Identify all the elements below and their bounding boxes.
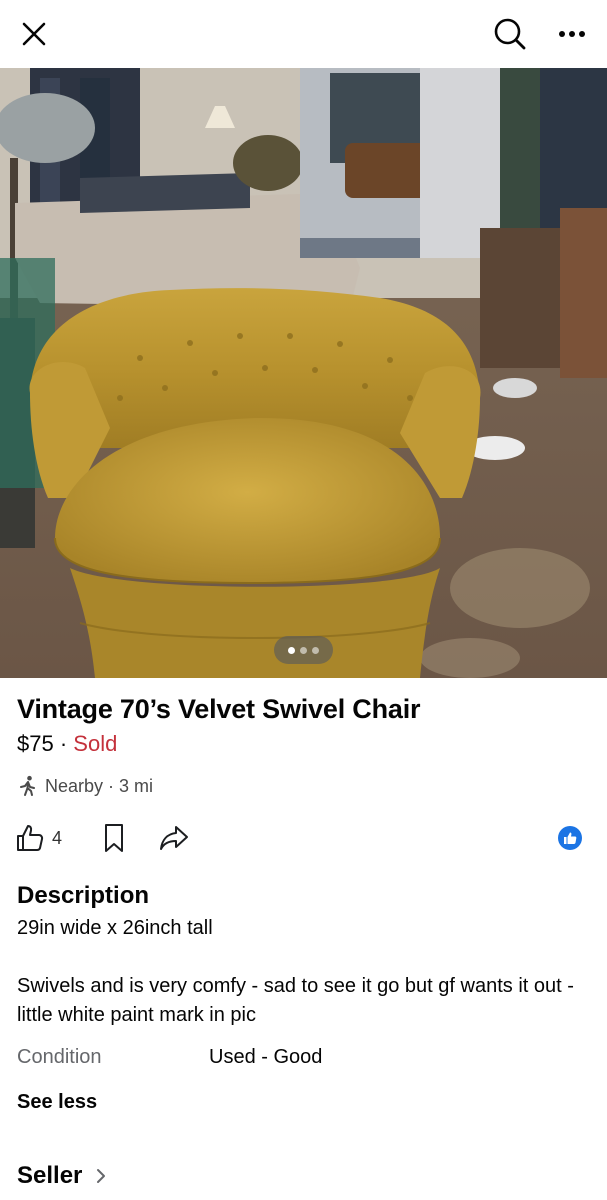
thumbs-up-badge-icon (564, 832, 577, 844)
chair-photo-image (0, 68, 607, 678)
like-reaction-badge (558, 826, 582, 850)
listing-title: Vintage 70’s Velvet Swivel Chair (17, 694, 421, 724)
listing-price: $75 (17, 731, 54, 756)
photo-carousel-indicator[interactable] (274, 636, 333, 664)
sold-status: Sold (73, 731, 118, 756)
description-body: Swivels and is very comfy - sad to see i… (17, 975, 574, 1026)
condition-value: Used - Good (209, 1046, 323, 1068)
search-button[interactable] (490, 14, 530, 54)
search-icon (494, 18, 526, 50)
close-icon (22, 22, 46, 46)
like-count: 4 (52, 827, 63, 848)
seller-section-header[interactable]: Seller (17, 1162, 106, 1190)
carousel-dot-1[interactable] (288, 646, 295, 654)
more-dots-icon (559, 31, 585, 37)
description-heading: Description (17, 882, 150, 909)
like-button[interactable]: 4 (14, 820, 62, 856)
action-row: 4 (14, 820, 594, 858)
seller-heading: Seller (17, 1162, 83, 1189)
condition-label: Condition (17, 1046, 102, 1068)
description-dimensions: 29in wide x 26inch tall (17, 917, 213, 939)
price-row: $75 · Sold (17, 731, 117, 757)
carousel-dot-2[interactable] (300, 646, 307, 654)
price-separator: · (53, 731, 74, 756)
chevron-right-icon (97, 1169, 106, 1183)
bookmark-icon (105, 824, 123, 852)
walking-person-icon (20, 775, 35, 796)
listing-photo[interactable] (0, 68, 607, 678)
location-row: Nearby · 3 mi (17, 775, 153, 797)
thumbs-up-icon (17, 825, 44, 851)
save-button[interactable] (100, 820, 128, 856)
share-arrow-icon (160, 826, 188, 850)
close-button[interactable] (14, 14, 54, 54)
more-options-button[interactable] (552, 14, 592, 54)
share-button[interactable] (158, 820, 190, 856)
top-bar (0, 0, 607, 68)
see-less-link[interactable]: See less (17, 1091, 97, 1114)
location-text: Nearby · 3 mi (45, 775, 154, 796)
carousel-dot-3[interactable] (312, 646, 319, 654)
